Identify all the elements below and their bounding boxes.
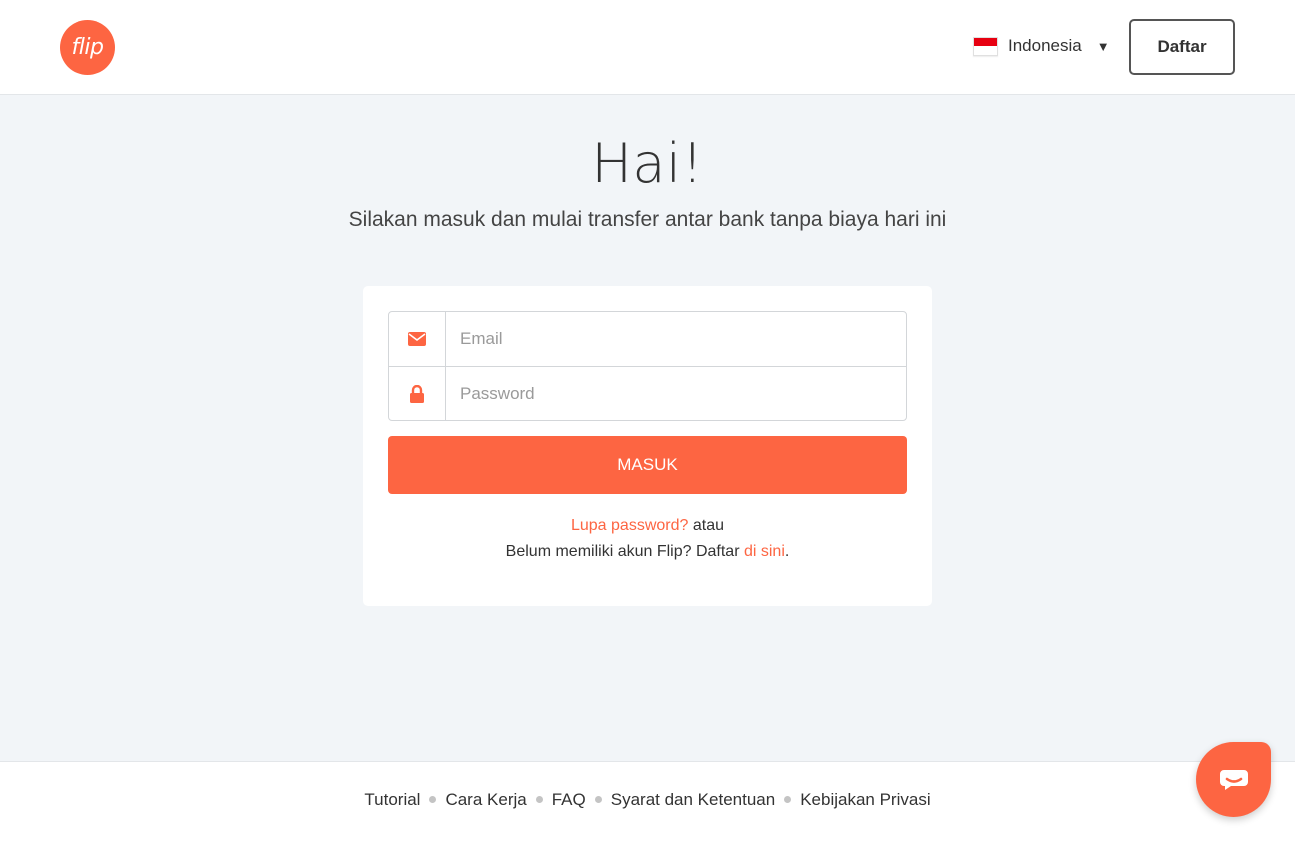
envelope-icon bbox=[389, 312, 446, 366]
footer-link-cara-kerja[interactable]: Cara Kerja bbox=[445, 790, 526, 809]
page-title: Hai! bbox=[591, 132, 704, 195]
logo-text: flip bbox=[71, 35, 104, 60]
separator-dot bbox=[784, 796, 792, 804]
separator-dot bbox=[535, 796, 543, 804]
chat-bubble-icon bbox=[1219, 769, 1248, 790]
signup-prefix: Belum memiliki akun Flip? Daftar bbox=[505, 543, 744, 560]
footer-link-faq[interactable]: FAQ bbox=[552, 790, 586, 809]
password-row bbox=[389, 366, 906, 420]
login-card: MASUK Lupa password? atau Belum memiliki… bbox=[363, 286, 932, 606]
email-row bbox=[389, 312, 906, 366]
auth-links: Lupa password? atau Belum memiliki akun … bbox=[363, 513, 932, 565]
language-selector[interactable]: Indonesia ▼ bbox=[973, 34, 1110, 58]
top-header: flip Indonesia ▼ Daftar bbox=[0, 0, 1295, 95]
forgot-line: Lupa password? atau bbox=[363, 513, 932, 539]
forgot-password-link[interactable]: Lupa password? bbox=[571, 517, 688, 534]
footer-nav: Tutorial Cara Kerja FAQ Syarat dan Ketentua… bbox=[0, 790, 1295, 810]
signup-suffix: . bbox=[784, 543, 790, 560]
signup-link[interactable]: di sini bbox=[744, 543, 785, 560]
lock-icon bbox=[389, 367, 446, 420]
footer: Tutorial Cara Kerja FAQ Syarat dan Ketentua… bbox=[0, 761, 1295, 842]
page-subtitle: Silakan masuk dan mulai transfer antar b… bbox=[348, 208, 947, 231]
register-button[interactable]: Daftar bbox=[1129, 19, 1235, 75]
separator-dot bbox=[429, 796, 437, 804]
chat-widget-button[interactable] bbox=[1196, 742, 1271, 817]
login-fields bbox=[388, 311, 907, 421]
caret-down-icon: ▼ bbox=[1096, 38, 1110, 54]
signup-line: Belum memiliki akun Flip? Daftar di sini… bbox=[363, 539, 932, 565]
or-text: atau bbox=[688, 517, 724, 534]
email-field[interactable] bbox=[446, 312, 906, 366]
flip-logo[interactable]: flip bbox=[60, 20, 115, 75]
footer-link-syarat[interactable]: Syarat dan Ketentuan bbox=[611, 790, 775, 809]
footer-link-kebijakan[interactable]: Kebijakan Privasi bbox=[800, 790, 930, 809]
login-button[interactable]: MASUK bbox=[388, 436, 907, 494]
password-field[interactable] bbox=[446, 367, 906, 420]
separator-dot bbox=[594, 796, 602, 804]
indonesia-flag-icon bbox=[973, 36, 998, 56]
footer-link-tutorial[interactable]: Tutorial bbox=[364, 790, 420, 809]
language-label: Indonesia bbox=[1008, 36, 1082, 55]
